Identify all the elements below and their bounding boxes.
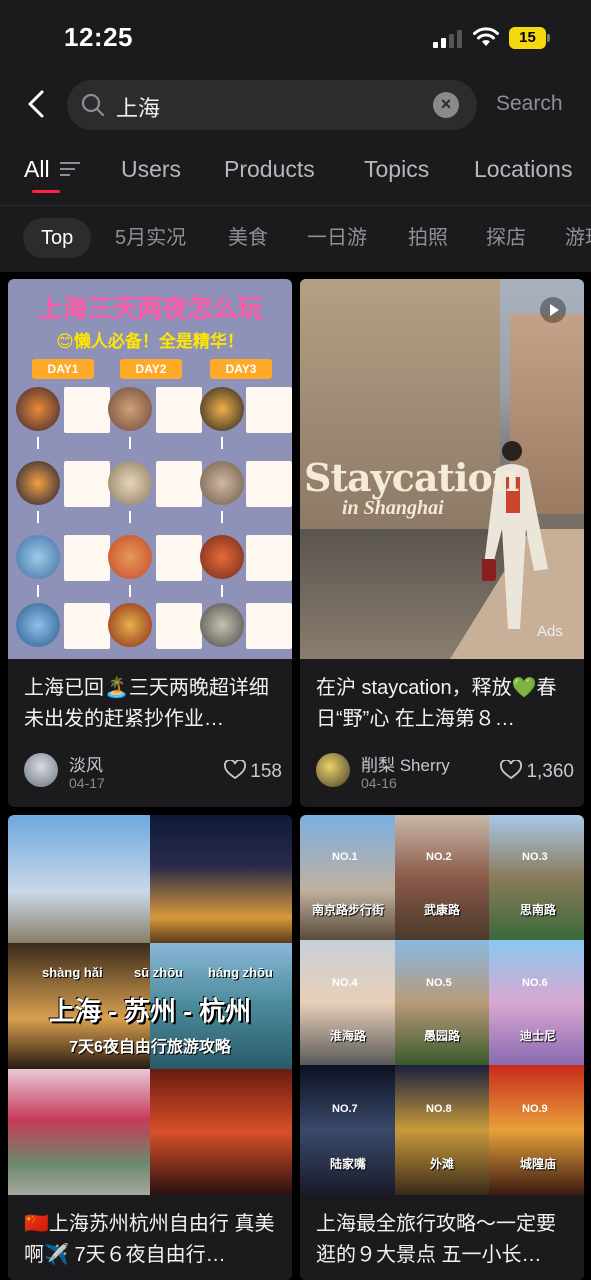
author-name[interactable]: 淡风	[69, 751, 103, 776]
tab-products[interactable]: Products	[224, 156, 315, 183]
cover-pinyin: háng zhōu	[208, 965, 273, 980]
spot-name: 陆家嘴	[330, 1157, 367, 1171]
spot-name: 淮海路	[330, 1029, 367, 1043]
search-query[interactable]: 上海	[116, 91, 160, 123]
post-card[interactable]: NO.1 南京路步行街 NO.2 武康路 NO.3 思南路 NO.4 淮海路 N…	[300, 815, 584, 1280]
video-icon	[540, 297, 566, 323]
spot-number: NO.3	[522, 851, 548, 863]
post-title[interactable]: 上海最全旅行攻略～一定要逛的９大景点 五一小长…	[316, 1209, 574, 1271]
chip-food[interactable]: 美食	[228, 218, 268, 258]
post-title[interactable]: 上海已回🏝️三天两晚超详细 未出发的赶紧抄作业…	[24, 673, 282, 735]
spot-name: 思南路	[520, 903, 557, 917]
spot-name: 南京路步行街	[312, 903, 385, 917]
post-title[interactable]: 🇨🇳上海苏州杭州自由行 真美啊✈️ 7天６夜自由行…	[24, 1209, 282, 1271]
spot-name: 外滩	[430, 1157, 455, 1171]
spot-name: 武康路	[424, 903, 461, 917]
search-icon	[81, 93, 105, 117]
day-label: DAY1	[32, 359, 94, 379]
post-cover-image[interactable]: Staycation in Shanghai Ads	[300, 279, 584, 659]
chip-may-live[interactable]: 5月实况	[115, 218, 186, 258]
spot-number: NO.6	[522, 977, 548, 989]
post-date: 04-17	[69, 775, 105, 791]
spot-name: 愚园路	[424, 1029, 461, 1043]
post-card[interactable]: shàng hǎi sū zhōu háng zhōu 上海 - 苏州 - 杭州…	[8, 815, 292, 1280]
spot-number: NO.1	[332, 851, 358, 863]
search-header: 上海 × Search All Users Products Topics Lo…	[0, 72, 591, 272]
chip-photo[interactable]: 拍照	[408, 218, 448, 258]
tab-all[interactable]: All	[24, 156, 80, 183]
chip-day-trip[interactable]: 一日游	[307, 218, 367, 258]
cover-headline: 上海 - 苏州 - 杭州	[48, 996, 252, 1026]
like-button[interactable]: 158	[224, 760, 282, 783]
day-label: DAY2	[120, 359, 182, 379]
search-input[interactable]: 上海 ×	[67, 80, 477, 130]
battery-icon: 15	[509, 27, 551, 49]
like-button[interactable]: 1,360	[500, 760, 574, 783]
heart-icon	[500, 760, 523, 780]
cover-subline: 7天6夜自由行旅游攻略	[69, 1039, 231, 1056]
ads-badge: Ads	[537, 623, 563, 640]
avatar[interactable]	[316, 753, 350, 787]
post-cover-image[interactable]: shàng hǎi sū zhōu háng zhōu 上海 - 苏州 - 杭州…	[8, 815, 292, 1195]
spot-name: 城隍庙	[520, 1157, 557, 1171]
clear-search-button[interactable]: ×	[433, 92, 459, 118]
close-icon: ×	[440, 94, 452, 114]
post-cover-image[interactable]: NO.1 南京路步行街 NO.2 武康路 NO.3 思南路 NO.4 淮海路 N…	[300, 815, 584, 1195]
spot-number: NO.2	[426, 851, 452, 863]
spot-number: NO.7	[332, 1103, 358, 1115]
tab-all-label: All	[24, 156, 50, 182]
chip-store-visit[interactable]: 探店	[486, 218, 526, 258]
filter-icon[interactable]	[60, 160, 80, 178]
tab-locations[interactable]: Locations	[474, 156, 572, 183]
active-tab-indicator	[32, 190, 60, 193]
spot-number: NO.5	[426, 977, 452, 989]
cellular-signal-icon	[433, 30, 462, 48]
avatar[interactable]	[24, 753, 58, 787]
spot-number: NO.4	[332, 977, 358, 989]
tab-users[interactable]: Users	[121, 156, 181, 183]
filter-chips: Top 5月实况 美食 一日游 拍照 探店 游玩	[0, 218, 591, 258]
post-cover-image[interactable]: 上海三天两夜怎么玩 😊懒人必备！全是精华！ DAY1 DAY2 DAY3	[8, 279, 292, 659]
divider	[0, 205, 591, 206]
heart-icon	[224, 760, 247, 780]
battery-level: 15	[509, 27, 546, 49]
post-title[interactable]: 在沪 staycation，释放💚春日“野”心 在上海第８…	[316, 673, 574, 735]
status-bar: 12:25 15	[0, 0, 591, 72]
back-arrow-icon[interactable]	[22, 86, 52, 122]
post-card[interactable]: 上海三天两夜怎么玩 😊懒人必备！全是精华！ DAY1 DAY2 DAY3 上海已…	[8, 279, 292, 807]
cover-pinyin: sū zhōu	[134, 965, 184, 980]
author-name[interactable]: 削梨 Sherry	[361, 751, 450, 776]
spot-number: NO.8	[426, 1103, 452, 1115]
post-date: 04-16	[361, 775, 397, 791]
day-label: DAY3	[210, 359, 272, 379]
post-card[interactable]: Staycation in Shanghai Ads 在沪 staycation…	[300, 279, 584, 807]
spot-number: NO.9	[522, 1103, 548, 1115]
result-tabs: All Users Products Topics Locations	[0, 156, 591, 204]
results-feed: 上海三天两夜怎么玩 😊懒人必备！全是精华！ DAY1 DAY2 DAY3 上海已…	[0, 272, 591, 1280]
search-button[interactable]: Search	[496, 92, 563, 116]
cover-subheading: 😊懒人必备！全是精华！	[56, 332, 244, 351]
like-count: 1,360	[526, 761, 574, 782]
wifi-icon	[473, 27, 499, 46]
cover-subline: in Shanghai	[342, 497, 444, 519]
chip-play[interactable]: 游玩	[565, 218, 591, 258]
status-time: 12:25	[64, 22, 133, 52]
like-count: 158	[250, 761, 282, 782]
tab-topics[interactable]: Topics	[364, 156, 429, 183]
spot-name: 迪士尼	[520, 1029, 557, 1043]
cover-heading: 上海三天两夜怎么玩	[37, 295, 263, 323]
cover-pinyin: shàng hǎi	[42, 965, 103, 980]
chip-top[interactable]: Top	[23, 218, 92, 258]
cover-headline: Staycation	[304, 455, 519, 500]
